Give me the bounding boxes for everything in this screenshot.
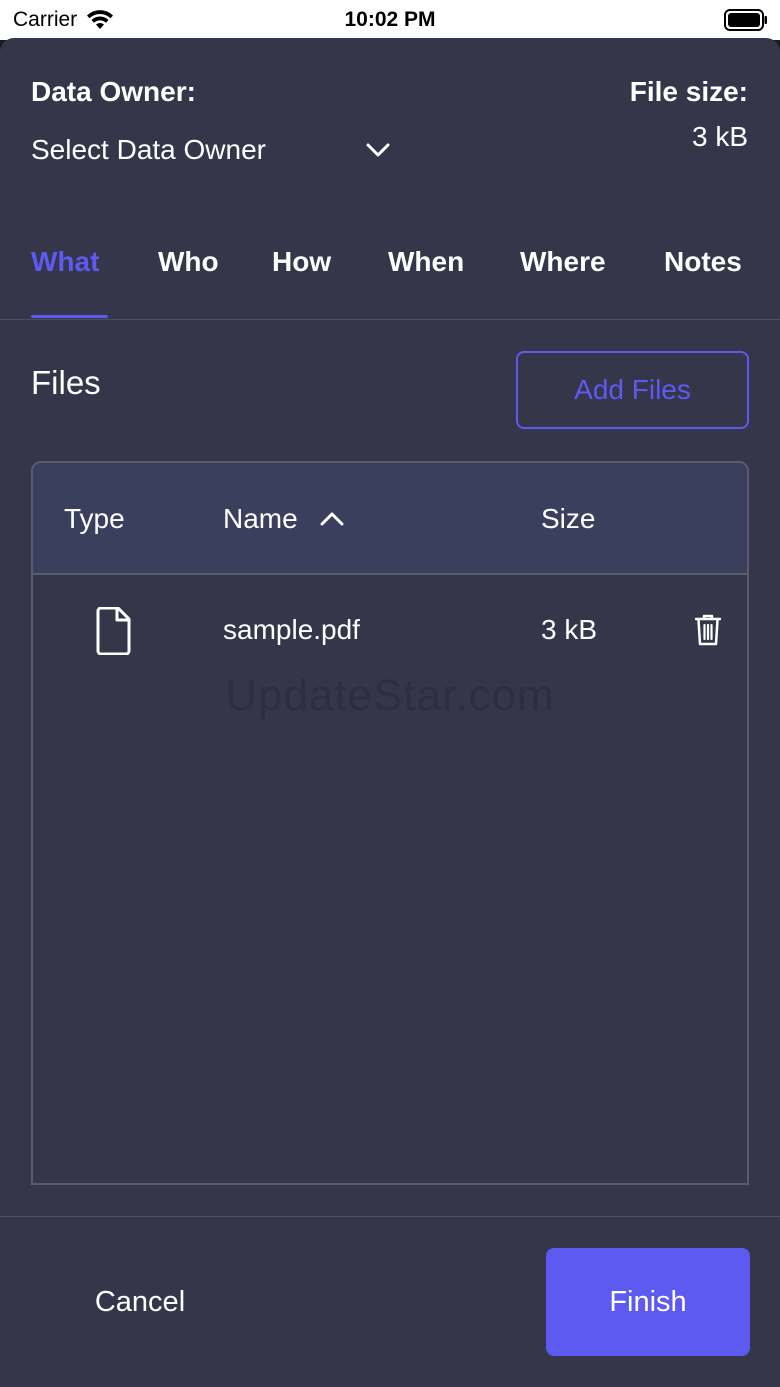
file-icon xyxy=(96,607,131,655)
file-name: sample.pdf xyxy=(223,614,360,645)
column-header-name-label: Name xyxy=(223,503,298,534)
tab-what[interactable]: What xyxy=(31,246,108,320)
footer-bar: Cancel Finish xyxy=(0,1216,780,1387)
column-header-size[interactable]: Size xyxy=(541,503,595,535)
file-size-label: File size: xyxy=(629,76,748,107)
tab-label: When xyxy=(388,246,465,277)
watermark: UpdateStar.com xyxy=(225,671,555,720)
tab-who[interactable]: Who xyxy=(158,246,219,320)
tab-when[interactable]: When xyxy=(388,246,464,320)
chevron-down-icon xyxy=(366,143,390,157)
trash-icon[interactable] xyxy=(695,614,721,646)
column-header-name[interactable]: Name xyxy=(223,503,344,535)
finish-button[interactable]: Finish xyxy=(546,1248,750,1356)
column-header-type[interactable]: Type xyxy=(64,503,125,535)
battery-icon xyxy=(724,9,767,31)
file-size-value: 3 kB xyxy=(691,121,748,152)
data-owner-value: Select Data Owner xyxy=(31,134,266,165)
add-files-button[interactable]: Add Files xyxy=(516,351,749,429)
status-bar: Carrier 10:02 PM xyxy=(0,0,780,40)
tab-label: What xyxy=(31,246,100,277)
cancel-button[interactable]: Cancel xyxy=(60,1248,220,1356)
active-tab-indicator xyxy=(31,315,108,318)
tab-label: Notes xyxy=(664,246,742,277)
tab-where[interactable]: Where xyxy=(520,246,606,320)
tab-label: How xyxy=(272,246,332,277)
tab-label: Where xyxy=(520,246,606,277)
file-size: 3 kB xyxy=(541,614,598,645)
clock: 10:02 PM xyxy=(344,8,436,31)
tab-label: Who xyxy=(158,246,219,277)
data-owner-select[interactable]: Select Data Owner xyxy=(31,130,391,170)
table-header: Type Name Size xyxy=(33,463,747,575)
data-owner-label: Data Owner: xyxy=(31,76,196,107)
import-sheet: Data Owner: Select Data Owner File size:… xyxy=(0,38,780,1387)
chevron-up-icon xyxy=(320,512,344,526)
files-section-title: Files xyxy=(31,364,101,401)
tab-notes[interactable]: Notes xyxy=(664,246,742,320)
tab-bar: What Who How When Where Notes xyxy=(0,238,780,320)
tab-how[interactable]: How xyxy=(272,246,331,320)
files-table: Type Name Size sample.pdf 3 kB xyxy=(31,461,749,1185)
